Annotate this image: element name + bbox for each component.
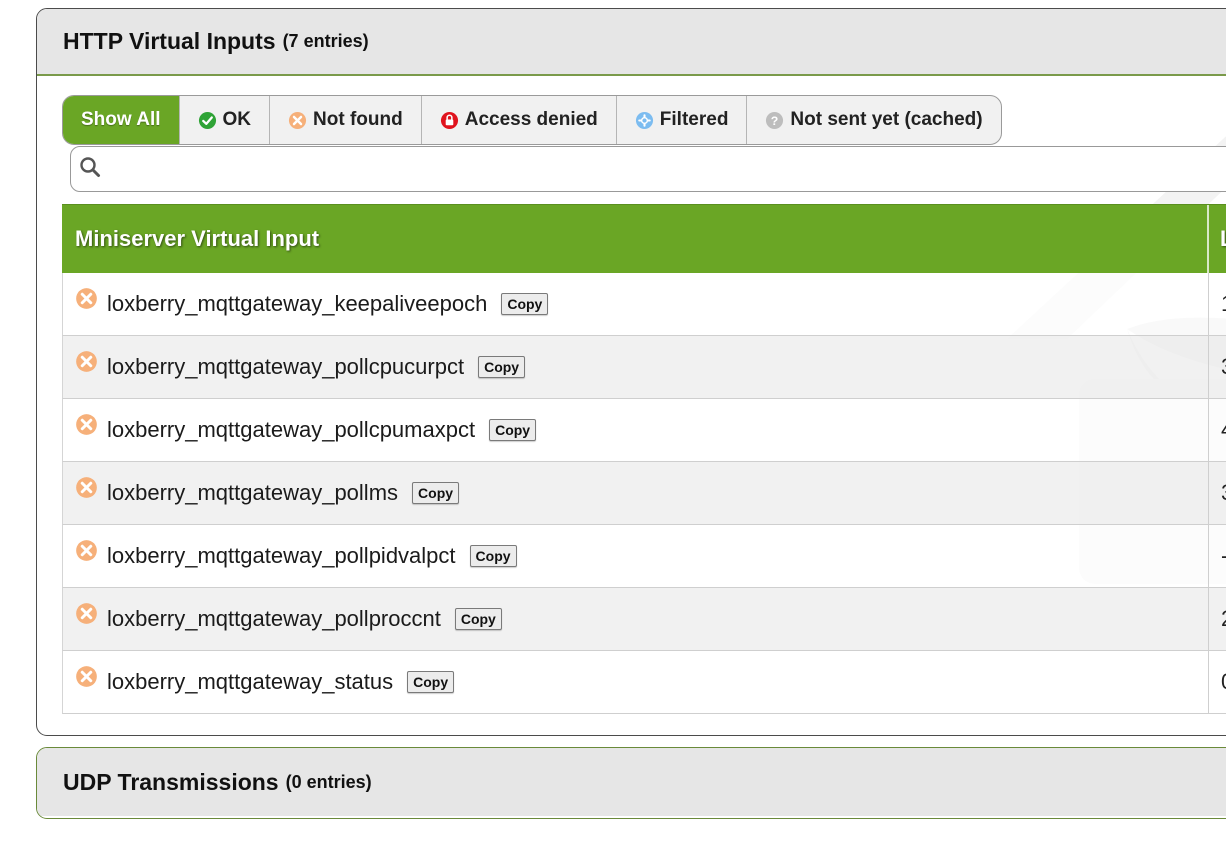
column-divider <box>1207 205 1209 273</box>
filter-access-denied-label: Access denied <box>464 109 598 130</box>
virtual-input-name: loxberry_mqttgateway_pollms <box>107 480 399 505</box>
check-icon <box>198 111 217 130</box>
last-value: 3 <box>1221 480 1226 506</box>
filter-show-all-label: Show All <box>81 109 161 130</box>
http-panel-header[interactable]: HTTP Virtual Inputs (7 entries) <box>37 9 1226 76</box>
filter-ok-label: OK <box>222 109 252 130</box>
table-row: loxberry_mqttgateway_status Copy 0 <box>62 651 1226 714</box>
http-panel-title: HTTP Virtual Inputs <box>63 28 276 54</box>
virtual-input-name: loxberry_mqttgateway_pollpidvalpct <box>107 543 456 568</box>
column-divider <box>1208 525 1209 587</box>
filter-icon <box>635 111 654 130</box>
search-input[interactable] <box>107 157 1226 181</box>
copy-button[interactable]: Copy <box>412 482 460 504</box>
copy-button[interactable]: Copy <box>478 356 526 378</box>
filter-not-found[interactable]: Not found <box>270 96 422 144</box>
status-filter-bar: Show All OK Not found Access denied Filt… <box>62 95 1002 145</box>
column-divider <box>1208 462 1209 524</box>
copy-button[interactable]: Copy <box>469 545 517 567</box>
filter-not-sent-yet-label: Not sent yet (cached) <box>790 109 983 130</box>
table-row: loxberry_mqttgateway_pollcpumaxpct Copy … <box>62 399 1226 462</box>
virtual-input-name: loxberry_mqttgateway_pollproccnt <box>107 606 441 631</box>
row-name-cell: loxberry_mqttgateway_keepaliveepoch Copy <box>107 291 549 317</box>
filter-ok[interactable]: OK <box>180 96 271 144</box>
table-row: loxberry_mqttgateway_pollproccnt Copy 2 <box>62 588 1226 651</box>
table-header: Miniserver Virtual Input L <box>62 204 1226 273</box>
last-value: 1 <box>1221 291 1226 317</box>
question-icon: ? <box>765 111 784 130</box>
virtual-input-name: loxberry_mqttgateway_pollcpucurpct <box>107 354 465 379</box>
udp-panel-count: (0 entries) <box>285 771 372 792</box>
copy-button[interactable]: Copy <box>501 293 549 315</box>
row-name-cell: loxberry_mqttgateway_pollcpumaxpct Copy <box>107 417 537 443</box>
column-header-last-value[interactable]: L <box>1220 226 1226 252</box>
last-value: - <box>1221 543 1226 569</box>
column-divider <box>1208 399 1209 461</box>
virtual-inputs-table: Miniserver Virtual Input L loxberry_mqtt… <box>62 204 1226 714</box>
last-value: 3 <box>1221 354 1226 380</box>
not-found-icon <box>75 287 98 315</box>
not-found-icon <box>288 111 307 130</box>
copy-button[interactable]: Copy <box>489 419 537 441</box>
table-row: loxberry_mqttgateway_pollpidvalpct Copy … <box>62 525 1226 588</box>
table-row: loxberry_mqttgateway_pollms Copy 3 <box>62 462 1226 525</box>
filter-filtered[interactable]: Filtered <box>617 96 748 144</box>
column-divider <box>1208 588 1209 650</box>
virtual-input-name: loxberry_mqttgateway_pollcpumaxpct <box>107 417 476 442</box>
row-name-cell: loxberry_mqttgateway_pollcpucurpct Copy <box>107 354 526 380</box>
http-panel-count: (7 entries) <box>282 31 369 51</box>
row-name-cell: loxberry_mqttgateway_pollms Copy <box>107 480 460 506</box>
not-found-icon <box>75 539 98 567</box>
table-row: loxberry_mqttgateway_pollcpucurpct Copy … <box>62 336 1226 399</box>
search-icon <box>79 156 101 183</box>
row-name-cell: loxberry_mqttgateway_status Copy <box>107 669 455 695</box>
column-divider <box>1208 273 1209 335</box>
last-value: 0 <box>1221 669 1226 695</box>
last-value: 4 <box>1221 417 1226 443</box>
table-row: loxberry_mqttgateway_keepaliveepoch Copy… <box>62 273 1226 336</box>
search-box <box>70 146 1226 192</box>
not-found-icon <box>75 602 98 630</box>
row-name-cell: loxberry_mqttgateway_pollpidvalpct Copy <box>107 543 517 569</box>
lock-icon <box>440 111 459 130</box>
http-virtual-inputs-panel: HTTP Virtual Inputs (7 entries) Show All… <box>36 8 1226 736</box>
virtual-input-name: loxberry_mqttgateway_keepaliveepoch <box>107 291 488 316</box>
not-found-icon <box>75 476 98 504</box>
column-divider <box>1208 651 1209 713</box>
column-header-virtual-input[interactable]: Miniserver Virtual Input <box>62 226 1207 252</box>
filter-filtered-label: Filtered <box>659 109 729 130</box>
filter-show-all[interactable]: Show All <box>63 96 180 144</box>
row-name-cell: loxberry_mqttgateway_pollproccnt Copy <box>107 606 502 632</box>
filter-not-sent-yet[interactable]: ? Not sent yet (cached) <box>747 96 1000 144</box>
virtual-input-name: loxberry_mqttgateway_status <box>107 669 394 694</box>
not-found-icon <box>75 413 98 441</box>
not-found-icon <box>75 665 98 693</box>
not-found-icon <box>75 350 98 378</box>
udp-panel-header[interactable]: UDP Transmissions (0 entries) <box>37 748 1226 816</box>
copy-button[interactable]: Copy <box>407 671 455 693</box>
udp-transmissions-panel: UDP Transmissions (0 entries) <box>36 747 1226 819</box>
last-value: 2 <box>1221 606 1226 632</box>
udp-panel-title: UDP Transmissions <box>63 768 279 795</box>
column-divider <box>1208 336 1209 398</box>
svg-text:?: ? <box>771 113 779 127</box>
filter-access-denied[interactable]: Access denied <box>422 96 617 144</box>
filter-not-found-label: Not found <box>313 109 403 130</box>
copy-button[interactable]: Copy <box>454 608 502 630</box>
